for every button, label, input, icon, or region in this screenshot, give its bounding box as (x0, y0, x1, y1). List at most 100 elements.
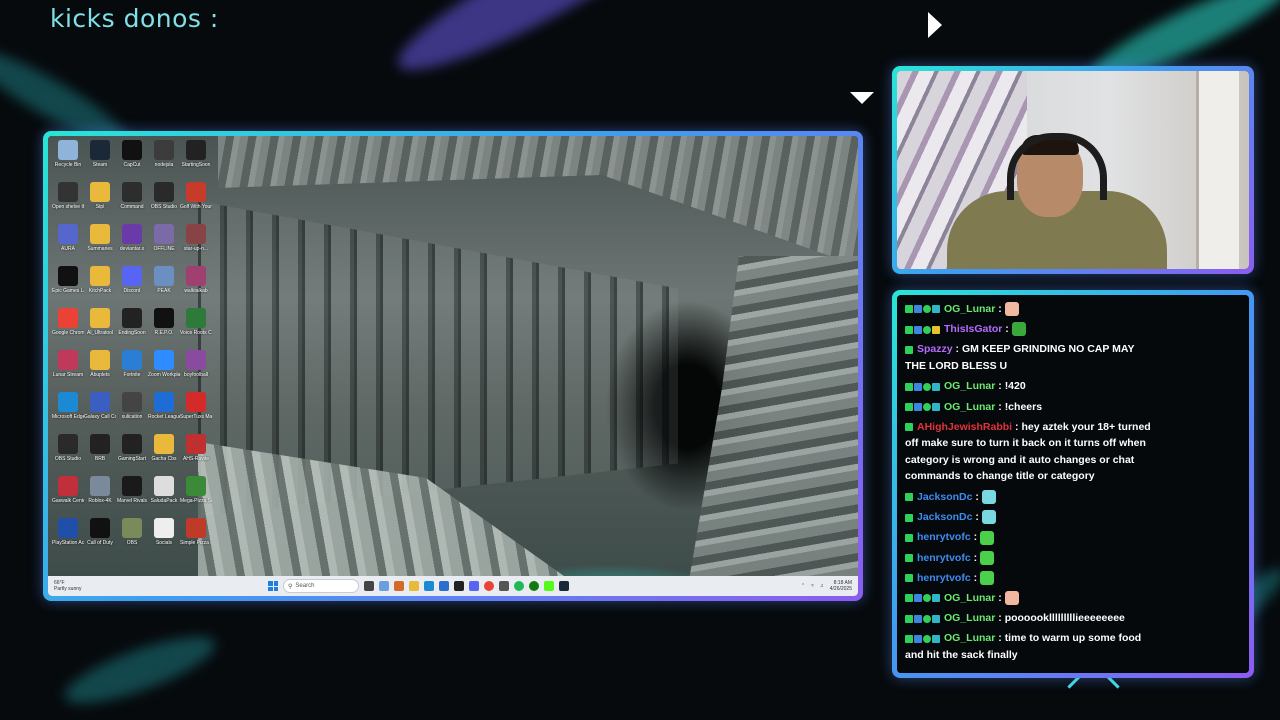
windows-start-icon[interactable] (268, 581, 278, 591)
desktop-icon[interactable]: OBS (116, 518, 148, 560)
desktop-icon[interactable]: Steam (84, 140, 116, 182)
edge-icon[interactable] (424, 581, 434, 591)
file-icon (154, 518, 174, 538)
desktop-icon[interactable]: Socials (148, 518, 180, 560)
chat-username[interactable]: OG_Lunar (944, 592, 995, 604)
wifi-icon[interactable]: ≈ (811, 583, 814, 589)
desktop-icon[interactable]: Discord (116, 266, 148, 308)
desktop-icon[interactable]: Gacha Cbs (148, 434, 180, 476)
verified-badge-icon (923, 614, 931, 623)
desktop-icon[interactable]: Command (116, 182, 148, 224)
chevron-up-icon[interactable]: ⌃ (801, 583, 805, 589)
desktop-icon[interactable]: BRB (84, 434, 116, 476)
desktop-icon-label: Galaxy Call Companion (84, 414, 116, 420)
chat-username[interactable]: JacksonDc (917, 491, 972, 503)
desktop-icon[interactable]: Call of Duty (84, 518, 116, 560)
desktop-icon[interactable]: Roblox-4K (84, 476, 116, 518)
obs-icon[interactable] (454, 581, 464, 591)
desktop-icon[interactable]: CapCut (116, 140, 148, 182)
desktop-icon-label: Rocket League (148, 414, 180, 420)
desktop-icon[interactable]: OBS Studio (148, 182, 180, 224)
desktop-icon[interactable]: walktalkab (180, 266, 212, 308)
discord-icon[interactable] (469, 581, 479, 591)
file-explorer-icon[interactable] (409, 581, 419, 591)
desktop-icon[interactable]: OFFLINE (148, 224, 180, 266)
desktop-icon[interactable]: AHS-Ravite (180, 434, 212, 476)
desktop-icon-label: Voice Roots CHTY-C... (180, 330, 212, 336)
desktop-icon[interactable]: R.E.P.O. (148, 308, 180, 350)
copilot-icon[interactable] (394, 581, 404, 591)
volume-icon[interactable]: ♫ (820, 583, 824, 589)
weather-widget[interactable]: 66°F Partly sunny (54, 580, 82, 592)
chat-username[interactable]: henrytvofc (917, 552, 971, 564)
chat-message: OG_Lunar : time to warm up some food and… (905, 628, 1155, 665)
desktop-icon[interactable]: Summaries (84, 224, 116, 266)
chat-username[interactable]: Spazzy (917, 343, 953, 355)
chat-username[interactable]: OG_Lunar (944, 633, 995, 645)
desktop-icon[interactable]: Google Chrome (52, 308, 84, 350)
chat-username[interactable]: OG_Lunar (944, 401, 995, 413)
desktop-icon[interactable]: SuperTuxs Magasinhrf (180, 392, 212, 434)
desktop-icon[interactable]: deviantar.x (116, 224, 148, 266)
desktop-icon-label: Google Chrome (52, 330, 84, 336)
chat-username[interactable]: OG_Lunar (944, 380, 995, 392)
desktop-icon[interactable]: Lunar Stream (52, 350, 84, 392)
desktop-icon[interactable]: EndingSoon (116, 308, 148, 350)
desktop-icon[interactable]: StartingSoon (180, 140, 212, 182)
xbox-icon[interactable] (529, 581, 539, 591)
desktop-icon[interactable]: nodejsla (148, 140, 180, 182)
taskbar-search-box[interactable]: ⚲ Search (283, 579, 359, 593)
desktop-icon[interactable]: Recycle Bin (52, 140, 84, 182)
zoom-icon (154, 350, 174, 370)
chat-username[interactable]: henrytvofc (917, 531, 971, 543)
chat-username[interactable]: OG_Lunar (944, 303, 995, 315)
terminal-icon (122, 182, 142, 202)
desktop-icon[interactable]: xulication (116, 392, 148, 434)
edge-icon (58, 392, 78, 412)
clock[interactable]: 8:18 AM 4/26/2025 (830, 580, 852, 592)
desktop-icon[interactable]: Rocket League (148, 392, 180, 434)
desktop-icon[interactable]: Epic Games Launcher (52, 266, 84, 308)
desktop-icon[interactable]: Marvel Rivals (116, 476, 148, 518)
steam-icon[interactable] (559, 581, 569, 591)
desktop-icon[interactable]: KitchPack (84, 266, 116, 308)
desktop-icon[interactable]: Microsoft Edge (52, 392, 84, 434)
desktop-icon[interactable]: Fortnite (116, 350, 148, 392)
desktop-icon[interactable]: Voice Roots CHTY-C... (180, 308, 212, 350)
desktop-icon[interactable]: Stpl (84, 182, 116, 224)
emote-icon (1004, 302, 1019, 317)
chat-username[interactable]: JacksonDc (917, 511, 972, 523)
spotify-icon[interactable] (514, 581, 524, 591)
chat-username[interactable]: AHighJewishRabbi (917, 421, 1012, 433)
desktop-icon[interactable]: AURA (52, 224, 84, 266)
taskbar-center: ⚲ Search (268, 579, 569, 593)
desktop-icon[interactable]: SaludaPack (148, 476, 180, 518)
task-view-icon[interactable] (364, 581, 374, 591)
desktop-icon[interactable]: Zoom Workplace (148, 350, 180, 392)
widgets-icon[interactable] (379, 581, 389, 591)
desktop-icon-label: OBS Studio (150, 204, 178, 210)
chrome-icon[interactable] (484, 581, 494, 591)
chat-username[interactable]: OG_Lunar (944, 612, 995, 624)
desktop-icon[interactable]: boyfoolball (180, 350, 212, 392)
chat-username[interactable]: henrytvofc (917, 572, 971, 584)
desktop-icon[interactable]: Galaxy Call Companion (84, 392, 116, 434)
desktop-icon[interactable]: Open shelve this picture (52, 182, 84, 224)
store-icon[interactable] (439, 581, 449, 591)
desktop-icon[interactable]: AI_Ultratool (84, 308, 116, 350)
subscriber-badge-icon (914, 403, 922, 412)
chat-username[interactable]: ThisIsGator (944, 323, 1002, 335)
desktop-icon[interactable]: Golf With Your Friends (180, 182, 212, 224)
desktop-icon[interactable]: GamingStart (116, 434, 148, 476)
desktop-icon[interactable]: Mega-Pizza Simulator (180, 476, 212, 518)
desktop-icon[interactable]: Gaswalk Center (52, 476, 84, 518)
folder-icon (90, 308, 110, 328)
desktop-icon[interactable]: Abuplets (84, 350, 116, 392)
kick-icon[interactable] (544, 581, 554, 591)
desktop-icon[interactable]: PEAK (148, 266, 180, 308)
desktop-icon[interactable]: Simple Pizza Food Server (180, 518, 212, 560)
desktop-icon[interactable]: OBS Studio (52, 434, 84, 476)
desktop-icon[interactable]: PlayStation Accessories (52, 518, 84, 560)
roblox-icon[interactable] (499, 581, 509, 591)
desktop-icon[interactable]: star-up-n... (180, 224, 212, 266)
